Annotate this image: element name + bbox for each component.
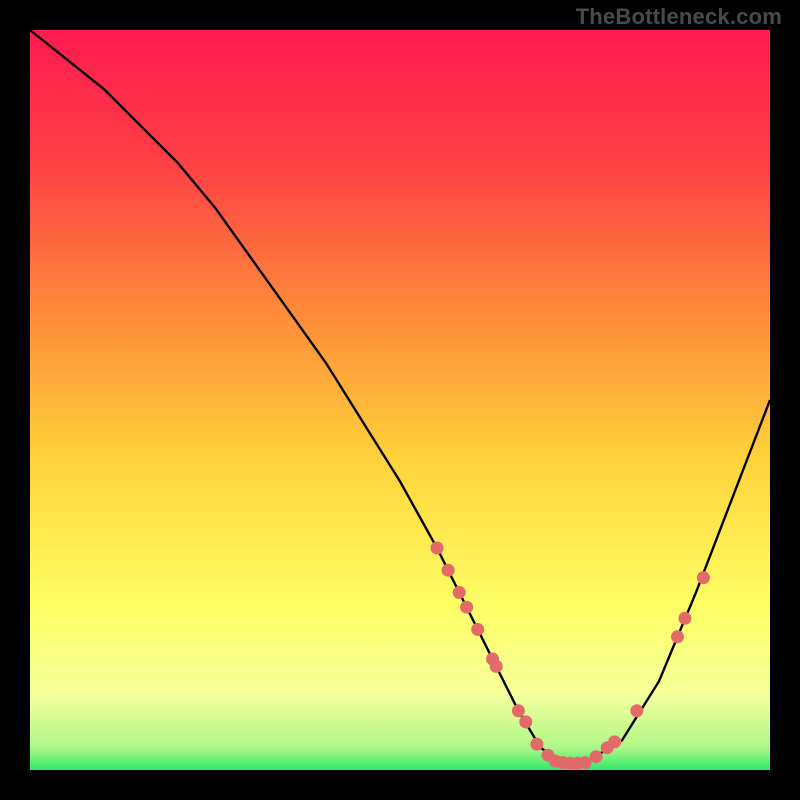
chart-frame: TheBottleneck.com — [0, 0, 800, 800]
data-point — [431, 542, 444, 555]
data-point — [590, 750, 603, 763]
data-point — [530, 738, 543, 751]
data-point — [579, 756, 592, 769]
data-point — [630, 704, 643, 717]
data-point — [671, 630, 684, 643]
plot-area — [30, 30, 770, 770]
data-point — [512, 704, 525, 717]
data-point — [442, 564, 455, 577]
data-point — [490, 660, 503, 673]
data-point — [697, 571, 710, 584]
data-point — [453, 586, 466, 599]
data-point — [460, 601, 473, 614]
data-point — [471, 623, 484, 636]
data-point — [519, 715, 532, 728]
watermark-text: TheBottleneck.com — [576, 4, 782, 30]
chart-canvas — [0, 0, 800, 800]
data-point — [678, 612, 691, 625]
data-point — [608, 735, 621, 748]
